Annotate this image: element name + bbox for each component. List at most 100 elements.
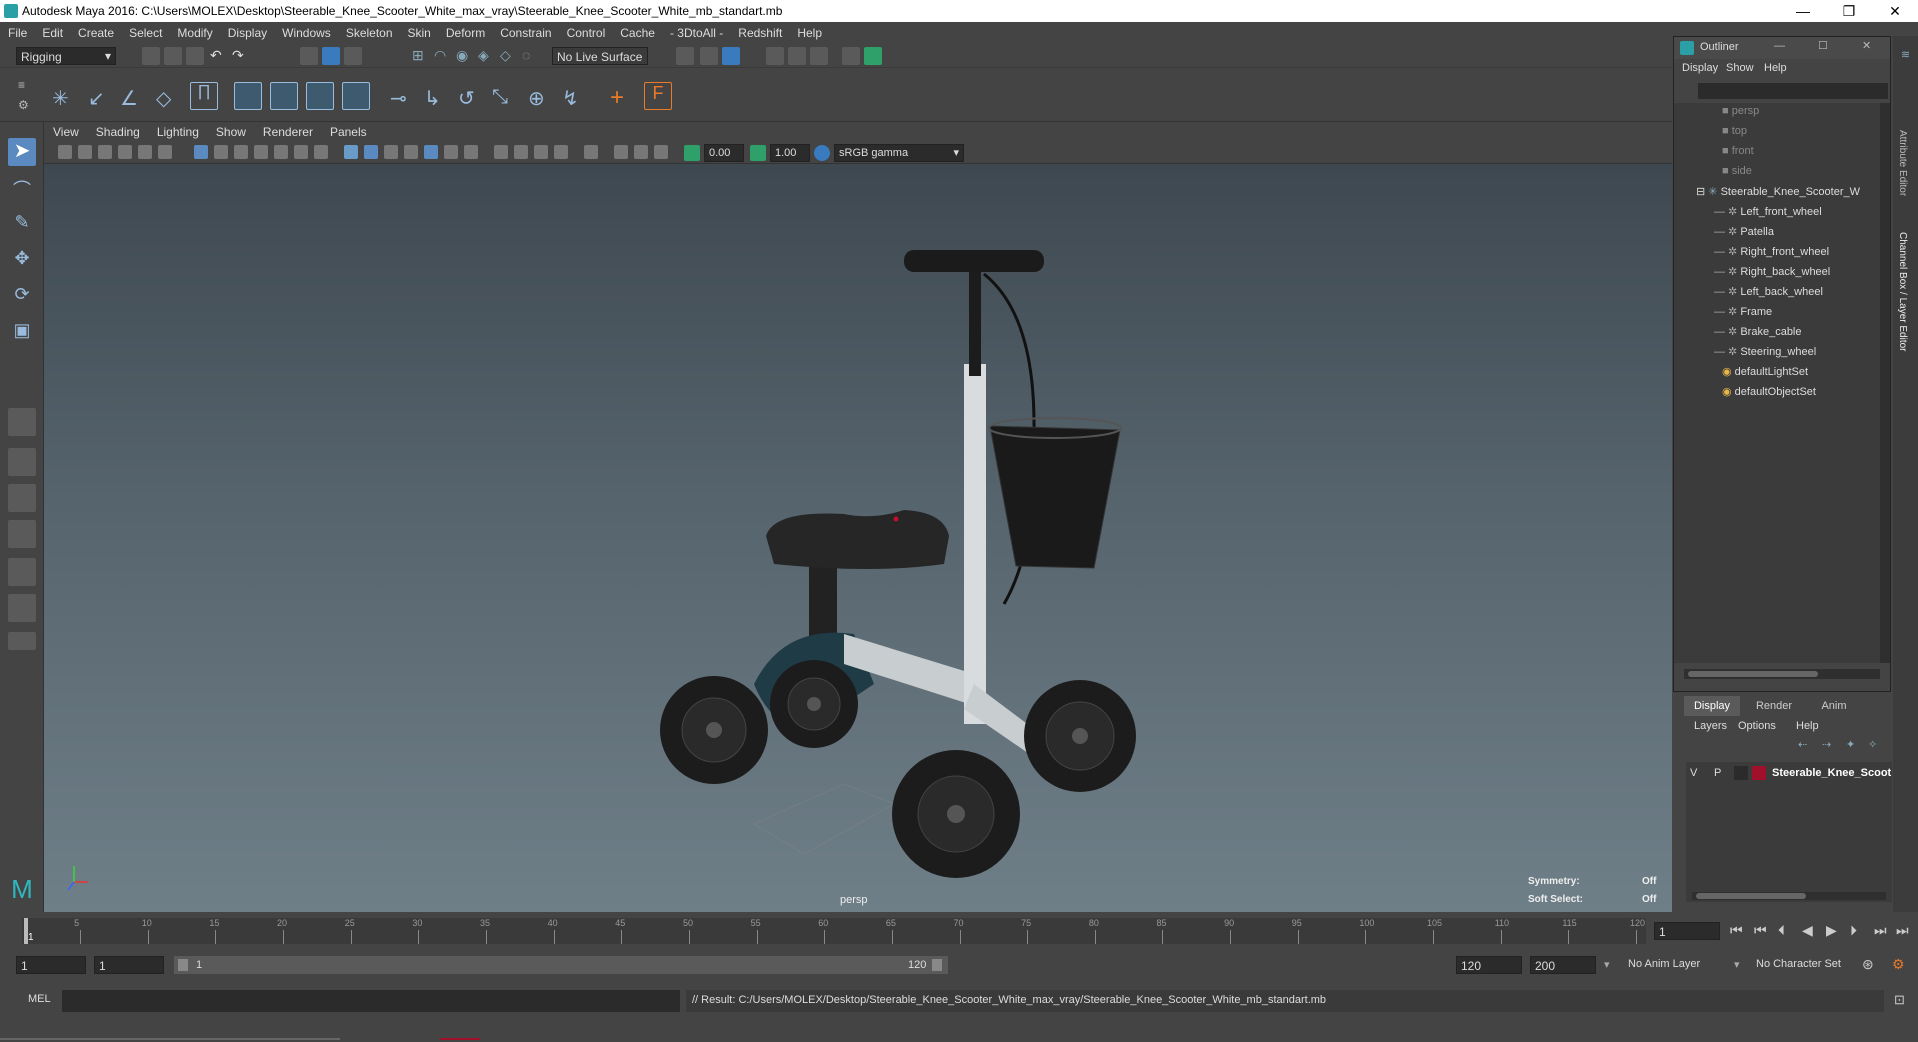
redo-icon[interactable]: ↷ xyxy=(232,47,250,65)
textured-icon[interactable] xyxy=(424,145,438,159)
safe-title-icon[interactable] xyxy=(314,145,328,159)
layers-menu-options[interactable]: Options xyxy=(1738,720,1776,732)
depth-of-field-icon[interactable] xyxy=(554,145,568,159)
skin-bind-icon[interactable] xyxy=(342,82,370,110)
menu-select[interactable]: Select xyxy=(121,22,169,40)
move-layer-down-icon[interactable]: ⇢ xyxy=(1822,738,1831,751)
snap-grid-icon[interactable]: ⊞ xyxy=(412,47,430,65)
step-back-key-icon[interactable]: ⏮ xyxy=(1754,922,1767,939)
snap-view-icon[interactable]: ◈ xyxy=(478,47,496,65)
menu-cache[interactable]: Cache xyxy=(612,22,662,40)
constraint-orient-icon[interactable]: ↺ xyxy=(458,86,476,110)
colorspace-dropdown[interactable]: sRGB gamma ▾ xyxy=(834,144,964,162)
mirror-joint-icon[interactable]: ◇ xyxy=(156,86,174,110)
locator-icon[interactable]: + xyxy=(610,84,634,111)
outliner-menu-help[interactable]: Help xyxy=(1764,62,1787,74)
outliner-item[interactable]: — ✲ Right_front_wheel xyxy=(1714,245,1829,265)
joint-tool-icon[interactable]: ✳ xyxy=(52,86,74,110)
script-editor-icon[interactable]: ⊡ xyxy=(1894,992,1905,1008)
outliner-item[interactable]: — ✲ Steering_wheel xyxy=(1714,345,1816,365)
menu-windows[interactable]: Windows xyxy=(274,22,338,40)
start-frame-field[interactable]: 1 xyxy=(16,956,86,974)
gamma-icon[interactable] xyxy=(750,145,766,161)
select-camera-icon[interactable] xyxy=(58,145,72,159)
menu-deform[interactable]: Deform xyxy=(438,22,492,40)
output-ops-icon[interactable] xyxy=(700,47,718,65)
ik-spline-icon[interactable]: ∠ xyxy=(120,86,138,110)
anim-layer-dropdown[interactable]: No Anim Layer xyxy=(1628,958,1700,970)
select-component-icon[interactable] xyxy=(344,47,362,65)
panel-menu-view[interactable]: View xyxy=(44,122,87,139)
shadows-icon[interactable] xyxy=(464,145,478,159)
animation-prefs-icon[interactable]: ⚙ xyxy=(1892,956,1905,973)
outliner-maximize-button[interactable]: ☐ xyxy=(1818,39,1828,52)
redshift-render-icon[interactable] xyxy=(864,47,882,65)
save-scene-icon[interactable] xyxy=(186,47,204,65)
range-end-handle[interactable] xyxy=(932,959,942,971)
menu-skeleton[interactable]: Skeleton xyxy=(338,22,400,40)
menu-edit[interactable]: Edit xyxy=(34,22,70,40)
tab-anim[interactable]: Anim xyxy=(1806,696,1862,716)
play-backward-icon[interactable]: ◀ xyxy=(1802,922,1813,939)
layer-visibility-toggle[interactable]: V xyxy=(1690,767,1697,779)
layer-playback-toggle[interactable]: P xyxy=(1714,767,1721,779)
constraint-parent-icon[interactable]: ⊕ xyxy=(528,86,546,110)
outliner-camera-top[interactable]: ■ top xyxy=(1722,125,1747,145)
blend-shape-icon[interactable] xyxy=(306,82,334,110)
persp-graph-layout-icon[interactable] xyxy=(8,520,36,548)
grid-toggle-icon[interactable] xyxy=(194,145,208,159)
auto-key-icon[interactable]: ⊛ xyxy=(1862,956,1874,973)
menu-skin[interactable]: Skin xyxy=(400,22,438,40)
resolution-gate-icon[interactable] xyxy=(234,145,248,159)
step-forward-key-icon[interactable]: ⏭ xyxy=(1874,922,1887,939)
current-frame-field[interactable]: 1 xyxy=(1654,922,1720,940)
ik-handle-icon[interactable]: ↙ xyxy=(88,86,106,110)
single-pane-layout-icon[interactable] xyxy=(8,408,36,436)
wireframe-icon[interactable] xyxy=(344,145,358,159)
outliner-camera-side[interactable]: ■ side xyxy=(1722,165,1752,185)
input-ops-icon[interactable] xyxy=(676,47,694,65)
layers-menu-layers[interactable]: Layers xyxy=(1694,720,1727,732)
outliner-item[interactable]: — ✲ Patella xyxy=(1714,225,1774,245)
end-frame-field[interactable]: 200 xyxy=(1530,956,1596,974)
layer-row[interactable]: V P Steerable_Knee_Scoot xyxy=(1686,764,1892,782)
layer-color-swatch[interactable] xyxy=(1752,766,1766,780)
outliner-item[interactable]: — ✲ Brake_cable xyxy=(1714,325,1802,345)
playback-end-field[interactable]: 120 xyxy=(1456,956,1522,974)
scale-tool-icon[interactable]: ▣ xyxy=(10,320,34,344)
construction-history-icon[interactable] xyxy=(722,47,740,65)
new-layer-selected-icon[interactable]: ✧ xyxy=(1868,738,1877,751)
exposure-field[interactable]: 0.00 xyxy=(704,144,744,162)
outliner-close-button[interactable]: ✕ xyxy=(1862,39,1871,52)
smooth-shade-icon[interactable] xyxy=(364,145,378,159)
outliner-search-input[interactable] xyxy=(1698,83,1888,99)
viewport-persp[interactable]: persp Symmetry: Off Soft Select: Off xyxy=(44,164,1672,912)
layers-stack-icon[interactable]: ≋ xyxy=(1893,48,1918,68)
bookmark-icon[interactable] xyxy=(98,145,112,159)
command-input[interactable] xyxy=(62,990,680,1012)
layer-reference-toggle[interactable] xyxy=(1734,766,1748,780)
restore-button[interactable]: ❐ xyxy=(1826,0,1872,22)
menu-redshift[interactable]: Redshift xyxy=(730,22,789,40)
menu-help[interactable]: Help xyxy=(789,22,829,40)
select-hierarchy-icon[interactable] xyxy=(300,47,318,65)
outliner-camera-persp[interactable]: ■ persp xyxy=(1722,105,1759,125)
image-plane-icon[interactable] xyxy=(118,145,132,159)
gate-mask-icon[interactable] xyxy=(254,145,268,159)
paint-select-icon[interactable]: ✎ xyxy=(10,212,34,236)
safe-action-icon[interactable] xyxy=(294,145,308,159)
menu-3dtoall[interactable]: - 3DtoAll - xyxy=(662,22,730,40)
2d-pan-zoom-icon[interactable] xyxy=(138,145,152,159)
move-layer-up-icon[interactable]: ⇠ xyxy=(1798,738,1807,751)
outliner-menu-show[interactable]: Show xyxy=(1726,62,1754,74)
xray-active-icon[interactable] xyxy=(634,145,648,159)
chevron-down-icon[interactable]: ▾ xyxy=(1734,958,1740,971)
menu-file[interactable]: File xyxy=(0,22,34,40)
outliner-root-item[interactable]: ⊟ ✳ Steerable_Knee_Scooter_W xyxy=(1696,185,1860,205)
outliner-camera-front[interactable]: ■ front xyxy=(1722,145,1754,165)
panel-menu-lighting[interactable]: Lighting xyxy=(148,122,207,139)
menu-create[interactable]: Create xyxy=(70,22,121,40)
render-frame-icon[interactable] xyxy=(766,47,784,65)
time-slider[interactable]: 1 5 10 15 20 25 30 35 40 45 50 55 60 65 70 75 80 85 90 95 1… xyxy=(0,914,1918,948)
chevron-down-icon[interactable]: ▾ xyxy=(1604,958,1610,971)
